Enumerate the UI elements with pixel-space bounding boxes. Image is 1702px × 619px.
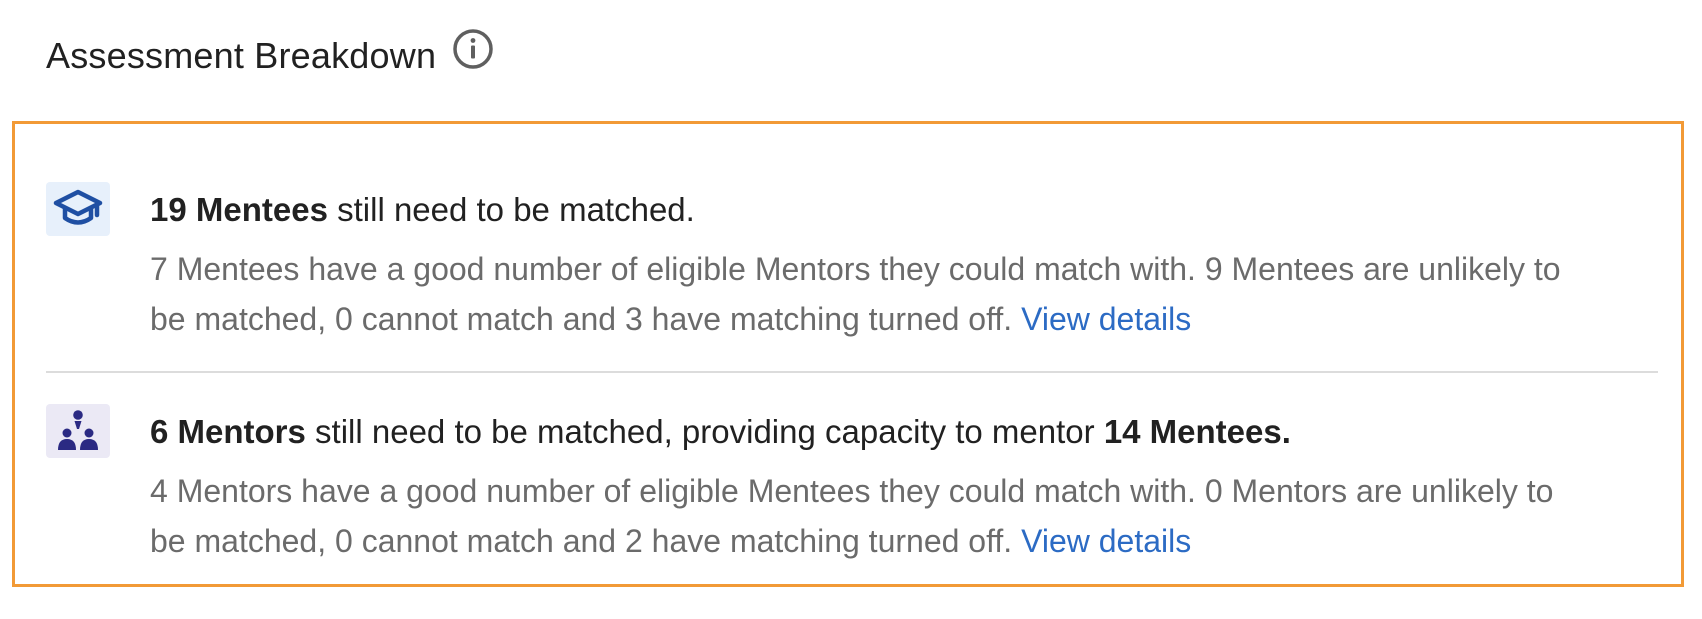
mentees-detail-text: 7 Mentees have a good number of eligible…: [150, 250, 1561, 337]
info-icon[interactable]: [451, 27, 495, 71]
mentees-headline: 19 Mentees still need to be matched.: [150, 190, 1650, 230]
mentors-detail-text: 4 Mentors have a good number of eligible…: [150, 472, 1554, 559]
mentees-summary-text: 19 Mentees still need to be matched. 7 M…: [150, 182, 1650, 344]
graduation-cap-icon: [46, 182, 110, 236]
mentors-detail: 4 Mentors have a good number of eligible…: [150, 466, 1570, 566]
mentors-headline: 6 Mentors still need to be matched, prov…: [150, 412, 1650, 452]
mentees-headline-rest: still need to be matched.: [327, 191, 695, 228]
mentees-count: 19 Mentees: [150, 191, 328, 228]
page-title: Assessment Breakdown: [46, 35, 437, 76]
row-divider: [46, 371, 1658, 373]
mentors-capacity: 14 Mentees.: [1103, 413, 1291, 450]
assessment-panel: 19 Mentees still need to be matched. 7 M…: [12, 121, 1684, 587]
assessment-header: Assessment Breakdown: [46, 24, 495, 80]
mentees-detail: 7 Mentees have a good number of eligible…: [150, 244, 1570, 344]
mentors-count: 6 Mentors: [150, 413, 306, 450]
mentor-group-icon: [46, 404, 110, 458]
mentors-headline-mid: still need to be matched, providing capa…: [305, 413, 1104, 450]
mentees-view-details-link[interactable]: View details: [1021, 301, 1191, 337]
mentors-summary-text: 6 Mentors still need to be matched, prov…: [150, 404, 1650, 566]
mentors-view-details-link[interactable]: View details: [1021, 523, 1191, 559]
